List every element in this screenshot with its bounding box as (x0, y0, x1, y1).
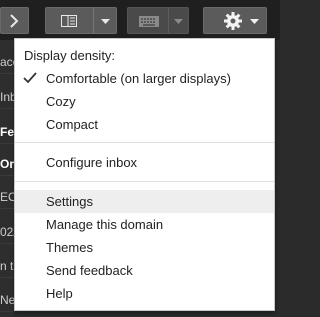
input-tools-button[interactable] (127, 7, 189, 34)
help-item[interactable]: Help (15, 282, 274, 305)
manage-domain-item[interactable]: Manage this domain (15, 213, 274, 236)
settings-dropdown-menu: Display density: Comfortable (on larger … (14, 38, 275, 311)
density-comfortable-item[interactable]: Comfortable (on larger displays) (15, 67, 274, 90)
settings-item[interactable]: Settings (15, 190, 274, 213)
density-compact-item[interactable]: Compact (15, 113, 274, 136)
toolbar (0, 0, 280, 40)
list-item[interactable]: Fe (0, 120, 14, 144)
caret-down-icon (101, 19, 110, 24)
list-item[interactable]: n th (0, 254, 14, 278)
list-item[interactable]: EO (0, 185, 14, 209)
menu-item-label: Manage this domain (46, 217, 164, 232)
checkmark-icon (23, 72, 37, 84)
keyboard-icon (139, 16, 159, 27)
split-pane-icon (61, 15, 77, 27)
split-divider (168, 8, 169, 33)
density-cozy-item[interactable]: Cozy (15, 90, 274, 113)
display-density-heading: Display density: (24, 48, 116, 63)
menu-item-label: Cozy (46, 94, 76, 109)
menu-divider (15, 181, 274, 182)
caret-down-icon (250, 19, 259, 24)
chevron-right-icon (10, 14, 19, 28)
menu-item-label: Settings (46, 194, 93, 209)
split-divider (93, 8, 94, 33)
list-item[interactable]: Inbo (0, 85, 14, 109)
send-feedback-item[interactable]: Send feedback (15, 259, 274, 282)
caret-down-icon (174, 19, 183, 24)
list-item[interactable]: 02/ (0, 220, 14, 244)
list-item[interactable]: acc (0, 50, 14, 74)
menu-divider (15, 142, 274, 143)
list-item[interactable]: Ne (0, 288, 14, 312)
themes-item[interactable]: Themes (15, 236, 274, 259)
menu-item-label: Themes (46, 240, 93, 255)
menu-item-label: Configure inbox (46, 155, 138, 170)
next-page-button[interactable] (0, 7, 29, 34)
split-pane-toggle-button[interactable] (45, 7, 117, 34)
menu-item-label: Comfortable (on larger displays) (46, 71, 231, 86)
settings-button[interactable] (203, 7, 267, 34)
list-item[interactable]: Ord (0, 152, 14, 176)
app-window: acc Inbo Fe Ord EO 02/ n th Ne Display d… (0, 0, 280, 317)
menu-item-label: Compact (46, 117, 99, 132)
message-list: acc Inbo Fe Ord EO 02/ n th Ne (0, 40, 14, 317)
configure-inbox-item[interactable]: Configure inbox (15, 151, 274, 174)
gear-icon (224, 12, 242, 30)
menu-item-label: Send feedback (46, 263, 133, 278)
menu-item-label: Help (46, 286, 73, 301)
